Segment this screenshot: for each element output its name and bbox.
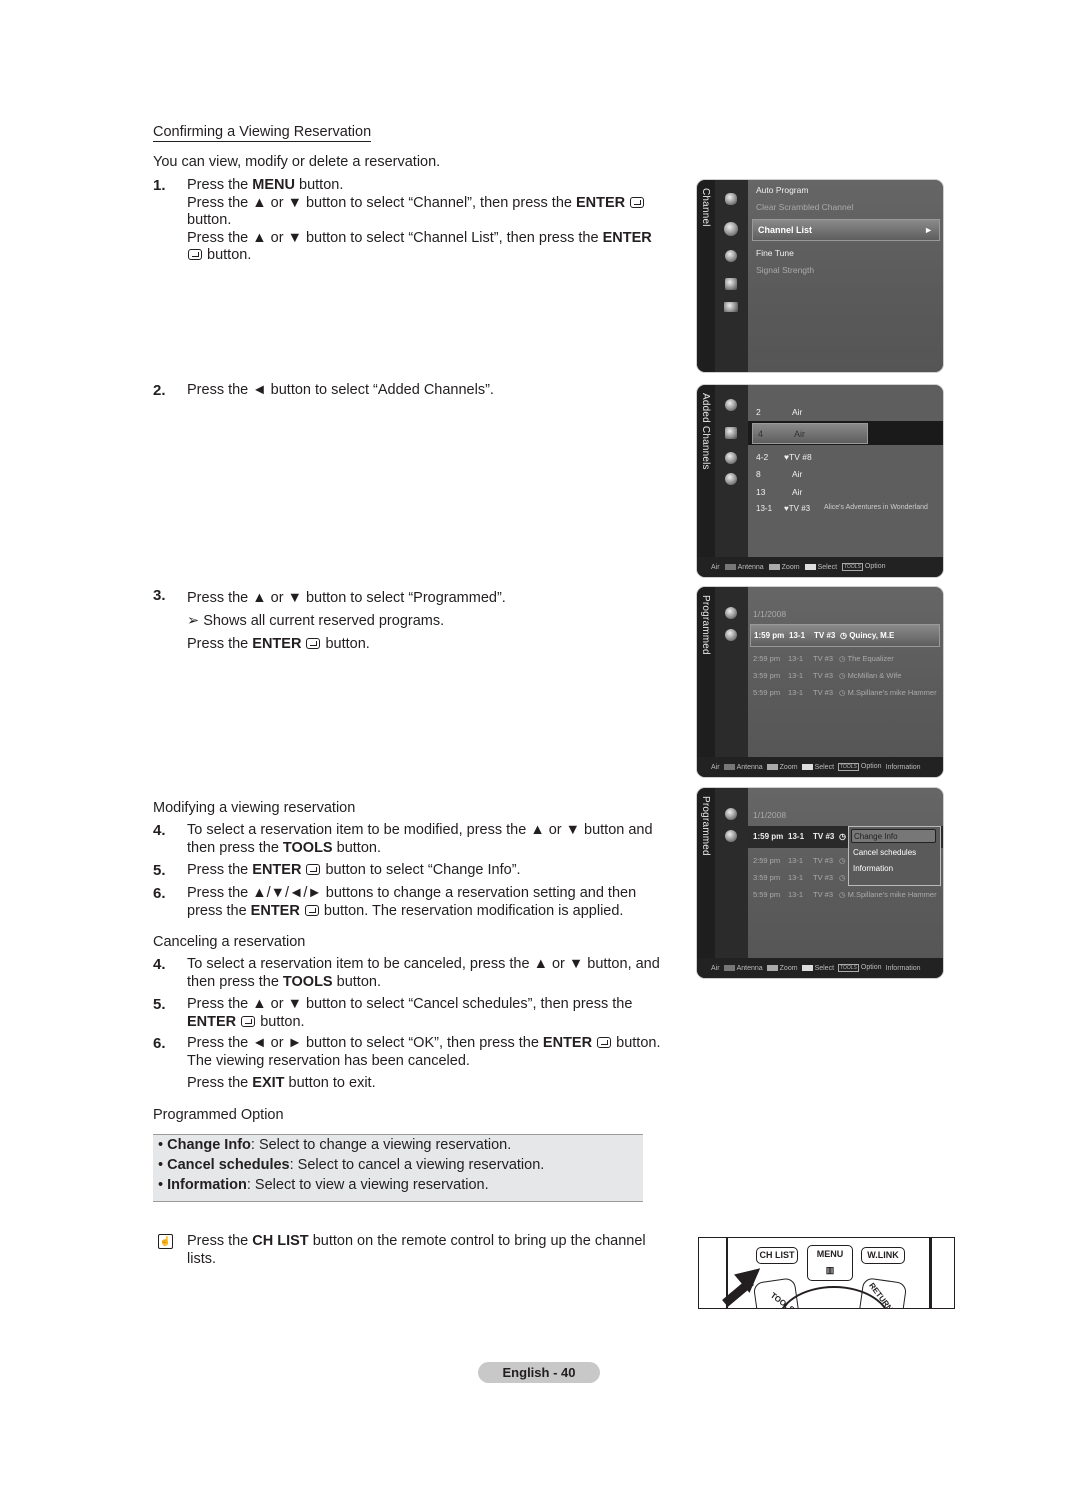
section-title-confirming: Confirming a Viewing Reservation — [153, 124, 372, 142]
menu-item-auto-program[interactable]: Auto Program — [756, 185, 808, 195]
step-number: 2. — [153, 382, 166, 399]
enter-icon — [304, 904, 319, 916]
menu-button[interactable]: MENU ▥ — [807, 1245, 853, 1281]
popup-item-cancel-schedules[interactable]: Cancel schedules — [853, 848, 916, 857]
reservation-row-selected[interactable]: 1:59 pm 13-1 TV #3 ◷ Quincy, M.E — [750, 624, 940, 647]
step-number: 3. — [153, 587, 166, 604]
exit-text: Press the EXIT button to exit. — [187, 1075, 376, 1091]
arrow-right-icon: ► — [924, 225, 933, 235]
programmed-clock-icon — [725, 629, 737, 641]
tv-screen-programmed: Programmed 1/1/2008 1:59 pm 13-1 TV #3 ◷… — [697, 587, 943, 777]
step-number: 4. — [153, 822, 166, 839]
section-title-programmed-option: Programmed Option — [153, 1107, 284, 1123]
modify-step-4: To select a reservation item to be modif… — [187, 822, 653, 856]
enter-icon — [306, 864, 321, 875]
date-label: 1/1/2008 — [753, 609, 787, 619]
enter-icon — [597, 1037, 612, 1048]
tv-screen-channel-menu: Channel Auto Program Clear Scrambled Cha… — [697, 180, 943, 372]
intro-text: You can view, modify or delete a reserva… — [153, 154, 441, 170]
menu-item-signal-strength[interactable]: Signal Strength — [756, 265, 814, 275]
programmed-clock-icon — [725, 830, 737, 842]
menu-side-label: Channel — [697, 180, 715, 372]
channel-icon — [724, 222, 738, 236]
reservation-row[interactable]: 5:59 pm 13-1 TV #3 ◷ M.Spillane's mike Hamm… — [753, 688, 937, 697]
note-text: Press the CH LIST button on the remote c… — [187, 1233, 646, 1267]
remote-illustration: CH LIST MENU ▥ W.LINK TOOLS RETURN — [698, 1237, 955, 1309]
modify-step-5: Press the ENTER button to select “Change… — [187, 862, 521, 878]
step-number: 4. — [153, 956, 166, 973]
menu-icon: ▥ — [825, 1265, 835, 1275]
cancel-step-5: Press the ▲ or ▼ button to select “Cance… — [187, 996, 633, 1030]
input-icon — [725, 278, 737, 290]
channel-row[interactable]: 13 Air — [756, 487, 802, 497]
category-icons — [715, 788, 748, 978]
category-icons — [715, 385, 748, 577]
menu-item-clear-scrambled[interactable]: Clear Scrambled Channel — [756, 202, 853, 212]
wlink-button[interactable]: W.LINK — [861, 1247, 905, 1264]
enter-icon — [241, 1015, 256, 1027]
section-title-modifying: Modifying a viewing reservation — [153, 800, 356, 816]
step-number: 1. — [153, 177, 166, 194]
channel-row[interactable]: 8 Air — [756, 469, 802, 479]
tools-popup-menu: Change Info Cancel schedules Information — [848, 826, 941, 886]
menu-item-fine-tune[interactable]: Fine Tune — [756, 248, 794, 258]
options-box: • Change Info: Select to change a viewin… — [153, 1134, 643, 1202]
modify-step-6: Press the ▲/▼/◄/► buttons to change a re… — [187, 885, 637, 919]
note-arrow-icon: ➢ — [187, 613, 200, 629]
reservation-row[interactable]: 2:59 pm 13-1 TV #3 ◷ The Equalizer — [753, 654, 894, 663]
ch-list-button[interactable]: CH LIST — [756, 1247, 798, 1264]
cancel-step-6: Press the ◄ or ► button to select “OK”, … — [187, 1035, 661, 1069]
programmed-clock-icon — [725, 473, 737, 485]
menu-item-channel-list[interactable]: Channel List ► — [752, 219, 940, 241]
channel-row[interactable]: 2 Air — [756, 407, 802, 417]
menu-side-label: Added Channels — [697, 385, 715, 577]
channel-row-selected[interactable]: 4 Air — [752, 423, 868, 444]
channel-row[interactable]: 4-2 ♥TV #8 — [756, 452, 812, 462]
cancel-step-4: To select a reservation item to be cance… — [187, 956, 660, 990]
step-number: 6. — [153, 1035, 166, 1052]
date-label: 1/1/2008 — [753, 810, 787, 820]
menu-icons — [715, 180, 748, 372]
setup-gear-icon — [725, 250, 737, 262]
picture-icon — [725, 193, 737, 205]
screen-footer: Air Antenna Zoom Select TOOLS Option Info… — [697, 757, 943, 777]
screen-footer: Air Antenna Zoom Select TOOLS Option — [697, 557, 943, 577]
option-item: • Cancel schedules: Select to cancel a v… — [158, 1157, 545, 1173]
option-item: • Change Info: Select to change a viewin… — [158, 1137, 512, 1153]
added-channels-icon — [725, 427, 737, 439]
application-icon — [724, 302, 738, 312]
enter-icon — [188, 249, 202, 260]
enter-icon — [306, 638, 321, 649]
menu-side-label: Programmed — [697, 587, 715, 777]
screen-footer: Air Antenna Zoom Select TOOLS Option Info… — [697, 958, 943, 978]
step-number: 6. — [153, 885, 166, 902]
favorite-heart-icon — [725, 808, 737, 820]
enter-icon — [630, 196, 645, 208]
page-number: English - 40 — [478, 1362, 600, 1383]
favorite-heart-icon — [725, 607, 737, 619]
reservation-row[interactable]: 2:59 pm 13-1 TV #3 ◷ — [753, 856, 846, 865]
reservation-row[interactable]: 3:59 pm 13-1 TV #3 ◷ McMillan & Wife — [753, 671, 901, 680]
step-number: 5. — [153, 862, 166, 879]
reservation-row[interactable]: 3:59 pm 13-1 TV #3 ◷ — [753, 873, 846, 882]
step-number: 5. — [153, 996, 166, 1013]
step-3-text: Press the ▲ or ▼ button to select “Progr… — [187, 590, 506, 652]
popup-item-change-info[interactable]: Change Info — [851, 829, 936, 843]
favorite-heart-icon — [725, 452, 737, 464]
section-title-canceling: Canceling a reservation — [153, 934, 306, 950]
reservation-row[interactable]: 5:59 pm 13-1 TV #3 ◷ M.Spillane's mike Hamm… — [753, 890, 937, 899]
popup-item-information[interactable]: Information — [853, 864, 893, 873]
option-item: • Information: Select to view a viewing … — [158, 1177, 489, 1193]
tv-screen-added-channels: Added Channels 2 Air 4 Air 4-2 ♥TV #8 8 Air … — [697, 385, 943, 577]
channel-row[interactable]: 13-1 ♥TV #3 Alice's Adventures in Wonderla… — [756, 504, 928, 513]
category-icons — [715, 587, 748, 777]
reservation-row-selected[interactable]: 1:59 pm 13-1 TV #3 ◷ — [753, 832, 846, 841]
all-channels-icon — [725, 399, 737, 411]
menu-side-label: Programmed — [697, 788, 715, 978]
tv-screen-programmed-tools: Programmed 1/1/2008 1:59 pm 13-1 TV #3 ◷ 2:… — [697, 788, 943, 978]
step-1-text: Press the MENU button. Press the ▲ or ▼ … — [187, 177, 652, 263]
step-2-text: Press the ◄ button to select “Added Chan… — [187, 382, 494, 398]
note-icon: ☝ — [158, 1234, 173, 1249]
